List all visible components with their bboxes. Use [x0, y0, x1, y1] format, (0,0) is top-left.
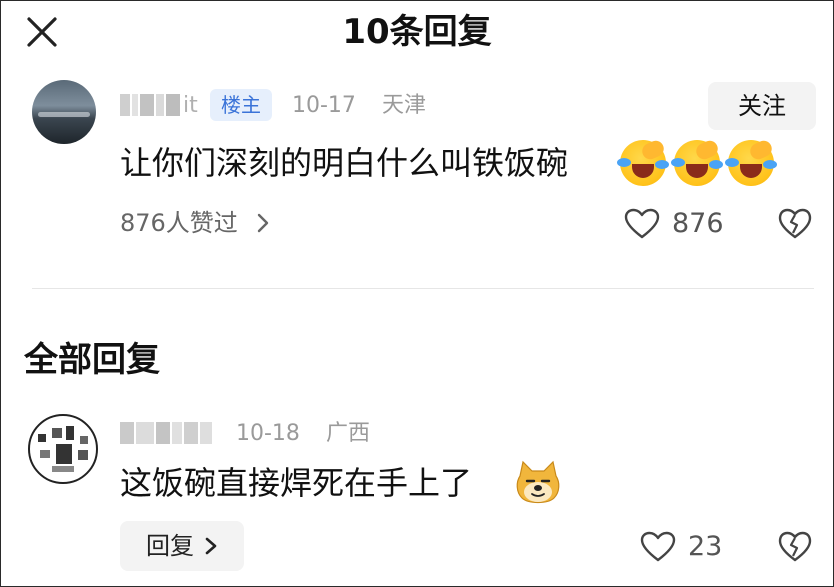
reply-comment-text: 这饭碗直接焊死在手上了 [120, 464, 473, 502]
avatar-decoration [38, 112, 90, 117]
header: 10条回复 [0, 0, 834, 64]
section-title: 全部回复 [24, 340, 160, 380]
op-username-blurred[interactable] [120, 94, 182, 116]
page-title: 10条回复 [342, 12, 492, 52]
op-date: 10-17 [292, 93, 356, 118]
crying-laughing-emoji [671, 138, 723, 186]
chevron-right-icon [258, 213, 269, 233]
op-location: 天津 [382, 93, 427, 118]
reply-button[interactable]: 回复 [120, 521, 244, 571]
reply-like-count: 23 [688, 531, 723, 562]
op-badge: 楼主 [210, 89, 272, 121]
reply-button-label: 回复 [146, 521, 218, 571]
op-avatar[interactable] [32, 80, 96, 144]
crying-laughing-emoji [725, 138, 777, 186]
reply-location: 广西 [326, 421, 371, 446]
op-comment-text: 让你们深刻的明白什么叫铁饭碗 [120, 144, 569, 182]
divider [32, 288, 814, 289]
reply-username-blurred[interactable] [120, 422, 216, 444]
op-like-count: 876 [672, 208, 724, 239]
reply-date: 10-18 [236, 421, 300, 446]
crying-laughing-emoji [617, 138, 669, 186]
heart-icon[interactable] [640, 531, 676, 563]
chevron-right-icon [205, 537, 216, 555]
broken-heart-icon[interactable] [778, 531, 812, 563]
likes-summary-text: 876人赞过 [120, 209, 238, 237]
follow-button[interactable]: 关注 [708, 82, 816, 130]
likes-summary[interactable]: 876人赞过 [120, 206, 271, 240]
op-username-suffix: it [183, 93, 198, 118]
broken-heart-icon[interactable] [778, 208, 812, 240]
heart-icon[interactable] [624, 208, 660, 240]
reply-avatar[interactable] [28, 414, 98, 484]
doge-emoji [516, 460, 560, 504]
